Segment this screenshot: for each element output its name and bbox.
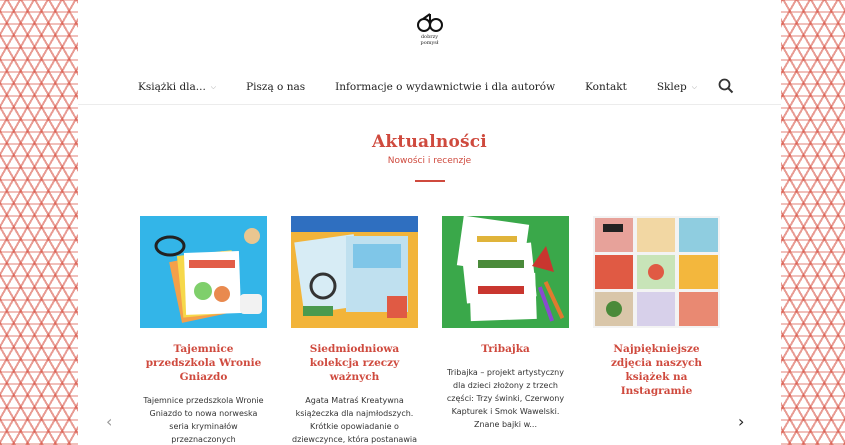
nav-item-label: Kontakt	[585, 81, 627, 93]
news-card-image[interactable]	[291, 216, 418, 328]
nav-item-kontakt[interactable]: Kontakt	[585, 81, 627, 93]
news-card-excerpt: Agata Matraś Kreatywna książeczka dla na…	[292, 396, 417, 444]
nav-item-label: Książki dla...	[138, 81, 206, 93]
news-section-header: Aktualności Nowości i recenzje	[78, 105, 781, 182]
chevron-down-icon: ⌵	[691, 82, 697, 91]
nav-item-label: Sklep	[656, 81, 687, 93]
nav-item-label: Piszą o nas	[246, 81, 306, 93]
news-card: Siedmiodniowa kolekcja rzeczy ważnych Ag…	[291, 216, 418, 445]
news-card-title[interactable]: Tajemnice przedszkola Wronie Gniazdo	[140, 342, 267, 384]
news-card-title[interactable]: Tribajka	[442, 342, 569, 356]
nav-item-ksiazki[interactable]: Książki dla... ⌵	[138, 81, 216, 93]
page-content: dobrzy pomysł Książki dla... ⌵ Piszą o n…	[78, 0, 781, 445]
site-logo[interactable]: dobrzy pomysł	[400, 10, 460, 46]
carousel-prev-arrow-icon[interactable]: ‹	[106, 412, 112, 431]
logo-text-line2: pomysł	[420, 40, 439, 46]
title-divider	[414, 180, 445, 182]
logo-icon	[416, 13, 443, 32]
news-card: Tajemnice przedszkola Wronie Gniazdo Taj…	[140, 216, 267, 445]
news-card-image[interactable]	[140, 216, 267, 328]
section-title: Aktualności	[372, 132, 487, 152]
news-card-image[interactable]	[442, 216, 569, 328]
news-carousel: Tajemnice przedszkola Wronie Gniazdo Taj…	[140, 216, 720, 445]
nav-item-label: Informacje o wydawnictwie i dla autorów	[335, 81, 556, 93]
nav-item-pisza-o-nas[interactable]: Piszą o nas	[246, 81, 305, 93]
chevron-down-icon: ⌵	[210, 82, 217, 91]
nav-item-informacje[interactable]: Informacje o wydawnictwie i dla autorów	[335, 81, 555, 93]
news-card-excerpt: Tribajka – projekt artystyczny dla dziec…	[446, 368, 565, 429]
site-header: dobrzy pomysł Książki dla... ⌵ Piszą o n…	[78, 0, 781, 105]
section-subtitle: Nowości i recenzje	[387, 156, 472, 166]
news-card-title[interactable]: Najpiękniejsze zdjęcia naszych książek n…	[593, 342, 720, 398]
search-icon[interactable]	[718, 78, 736, 96]
nav-item-sklep[interactable]: Sklep ⌵	[657, 81, 697, 93]
news-card-image[interactable]	[593, 216, 720, 328]
main-nav: Książki dla... ⌵ Piszą o nas Informacje …	[78, 78, 781, 96]
news-card: Tribajka Tribajka – projekt artystyczny …	[442, 216, 569, 445]
news-card-excerpt: Tajemnice przedszkola Wronie Gniazdo to …	[143, 396, 264, 444]
news-card-title[interactable]: Siedmiodniowa kolekcja rzeczy ważnych	[291, 342, 418, 384]
news-card: Najpiękniejsze zdjęcia naszych książek n…	[593, 216, 720, 445]
carousel-next-arrow-icon[interactable]: ›	[738, 412, 744, 431]
